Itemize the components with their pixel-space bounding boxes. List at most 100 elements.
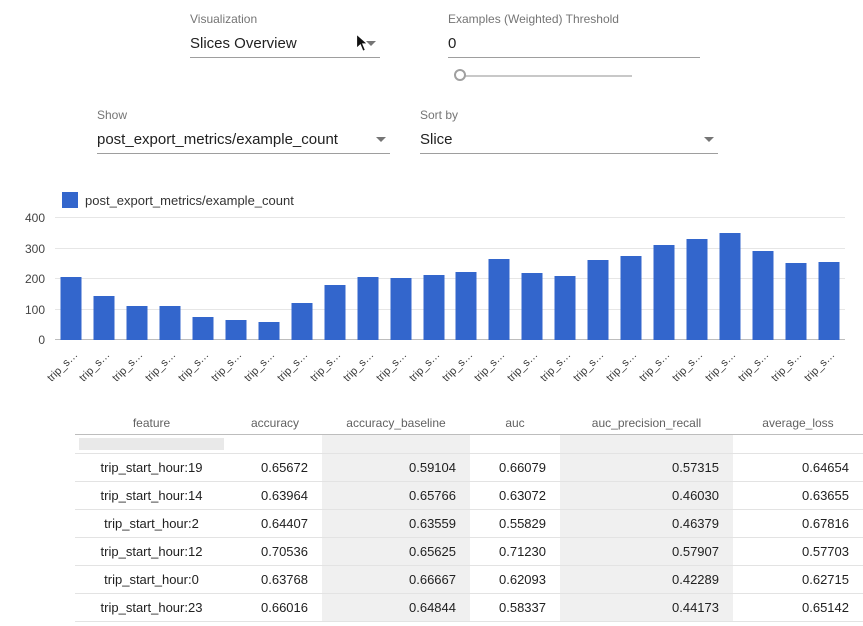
x-tick-label: trip_s… xyxy=(275,349,310,384)
x-tick-label: trip_s… xyxy=(143,349,178,384)
bar[interactable] xyxy=(94,296,115,340)
visualization-value: Slices Overview xyxy=(190,35,297,52)
gridline xyxy=(55,217,845,218)
bar[interactable] xyxy=(785,263,806,340)
chart-legend: post_export_metrics/example_count xyxy=(62,192,294,208)
metric-cell: 0.62093 xyxy=(470,565,560,593)
filter-cell-accuracy[interactable] xyxy=(228,434,322,453)
threshold-input[interactable]: Examples (Weighted) Threshold 0 xyxy=(448,12,700,58)
chevron-down-icon[interactable] xyxy=(704,137,714,142)
x-tick-label: trip_s… xyxy=(736,349,771,384)
bar[interactable] xyxy=(686,239,707,340)
metric-cell: 0.64407 xyxy=(228,509,322,537)
bar[interactable] xyxy=(588,260,609,340)
metric-cell: 0.65766 xyxy=(322,481,470,509)
filter-cell-feature[interactable] xyxy=(75,434,228,453)
feature-cell: trip_start_hour:23 xyxy=(75,593,228,621)
mouse-cursor-icon xyxy=(355,33,370,59)
metric-cell: 0.62715 xyxy=(733,565,863,593)
filter-cell-average_loss[interactable] xyxy=(733,434,863,453)
x-tick-label: trip_s… xyxy=(670,349,705,384)
slider-track[interactable] xyxy=(460,75,632,77)
metrics-table: featureaccuracyaccuracy_baselineaucauc_p… xyxy=(75,412,863,622)
show-dropdown[interactable]: Show post_export_metrics/example_count xyxy=(97,108,390,154)
bar[interactable] xyxy=(258,322,279,340)
slicing-metrics-browser: Visualization Slices Overview Examples (… xyxy=(0,0,863,626)
bar[interactable] xyxy=(489,259,510,340)
metric-cell: 0.66079 xyxy=(470,453,560,481)
visualization-label: Visualization xyxy=(190,12,380,26)
filter-cell-auc[interactable] xyxy=(470,434,560,453)
y-tick-label: 300 xyxy=(5,242,45,256)
y-tick-label: 100 xyxy=(5,303,45,317)
metric-cell: 0.64654 xyxy=(733,453,863,481)
bar[interactable] xyxy=(621,256,642,340)
metric-cell: 0.46030 xyxy=(560,481,733,509)
bar[interactable] xyxy=(390,278,411,340)
sort-by-dropdown[interactable]: Sort by Slice xyxy=(420,108,718,154)
metric-cell: 0.63768 xyxy=(228,565,322,593)
x-tick-label: trip_s… xyxy=(407,349,442,384)
filter-cell-auc_precision_recall[interactable] xyxy=(560,434,733,453)
slider-knob[interactable] xyxy=(454,69,466,81)
bar[interactable] xyxy=(555,276,576,340)
chevron-down-icon[interactable] xyxy=(376,137,386,142)
column-header-accuracy[interactable]: accuracy xyxy=(228,412,322,434)
bar[interactable] xyxy=(818,262,839,340)
x-tick-label: trip_s… xyxy=(538,349,573,384)
metric-cell: 0.46379 xyxy=(560,509,733,537)
metric-cell: 0.55829 xyxy=(470,509,560,537)
visualization-dropdown[interactable]: Visualization Slices Overview xyxy=(190,12,380,58)
metric-cell: 0.57315 xyxy=(560,453,733,481)
x-tick-label: trip_s… xyxy=(110,349,145,384)
column-header-auc[interactable]: auc xyxy=(470,412,560,434)
table-filter-row[interactable] xyxy=(75,434,863,453)
bar[interactable] xyxy=(226,320,247,340)
threshold-value: 0 xyxy=(448,35,456,52)
metric-cell: 0.66016 xyxy=(228,593,322,621)
x-tick-label: trip_s… xyxy=(176,349,211,384)
bar[interactable] xyxy=(291,303,312,340)
bar[interactable] xyxy=(160,306,181,340)
bar[interactable] xyxy=(719,233,740,340)
bar[interactable] xyxy=(653,245,674,340)
bar[interactable] xyxy=(752,251,773,340)
column-header-average_loss[interactable]: average_loss xyxy=(733,412,863,434)
feature-cell: trip_start_hour:2 xyxy=(75,509,228,537)
bar[interactable] xyxy=(423,275,444,340)
bar[interactable] xyxy=(324,285,345,340)
column-header-auc_precision_recall[interactable]: auc_precision_recall xyxy=(560,412,733,434)
column-header-feature[interactable]: feature xyxy=(75,412,228,434)
bar[interactable] xyxy=(522,273,543,340)
x-tick-label: trip_s… xyxy=(769,349,804,384)
sort-by-value: Slice xyxy=(420,131,453,148)
bar[interactable] xyxy=(357,277,378,340)
table-row[interactable]: trip_start_hour:120.705360.656250.712300… xyxy=(75,537,863,565)
threshold-slider[interactable] xyxy=(452,68,632,84)
metric-cell: 0.63072 xyxy=(470,481,560,509)
metric-cell: 0.42289 xyxy=(560,565,733,593)
table-row[interactable]: trip_start_hour:140.639640.657660.630720… xyxy=(75,481,863,509)
table-row[interactable]: trip_start_hour:00.637680.666670.620930.… xyxy=(75,565,863,593)
feature-cell: trip_start_hour:0 xyxy=(75,565,228,593)
metric-cell: 0.57703 xyxy=(733,537,863,565)
table-row[interactable]: trip_start_hour:20.644070.635590.558290.… xyxy=(75,509,863,537)
bar[interactable] xyxy=(193,317,214,340)
bar[interactable] xyxy=(127,306,148,340)
bar[interactable] xyxy=(456,272,477,340)
column-header-accuracy_baseline[interactable]: accuracy_baseline xyxy=(322,412,470,434)
metric-cell: 0.65142 xyxy=(733,593,863,621)
show-value: post_export_metrics/example_count xyxy=(97,131,338,148)
filter-cell-accuracy_baseline[interactable] xyxy=(322,434,470,453)
x-tick-label: trip_s… xyxy=(505,349,540,384)
x-tick-label: trip_s… xyxy=(374,349,409,384)
table-row[interactable]: trip_start_hour:190.656720.591040.660790… xyxy=(75,453,863,481)
y-tick-label: 0 xyxy=(5,333,45,347)
filter-input[interactable] xyxy=(79,438,224,450)
table-row[interactable]: trip_start_hour:230.660160.648440.583370… xyxy=(75,593,863,621)
legend-color-swatch xyxy=(62,192,78,208)
metric-cell: 0.58337 xyxy=(470,593,560,621)
bar[interactable] xyxy=(61,277,82,340)
table-head: featureaccuracyaccuracy_baselineaucauc_p… xyxy=(75,412,863,434)
metric-cell: 0.44173 xyxy=(560,593,733,621)
